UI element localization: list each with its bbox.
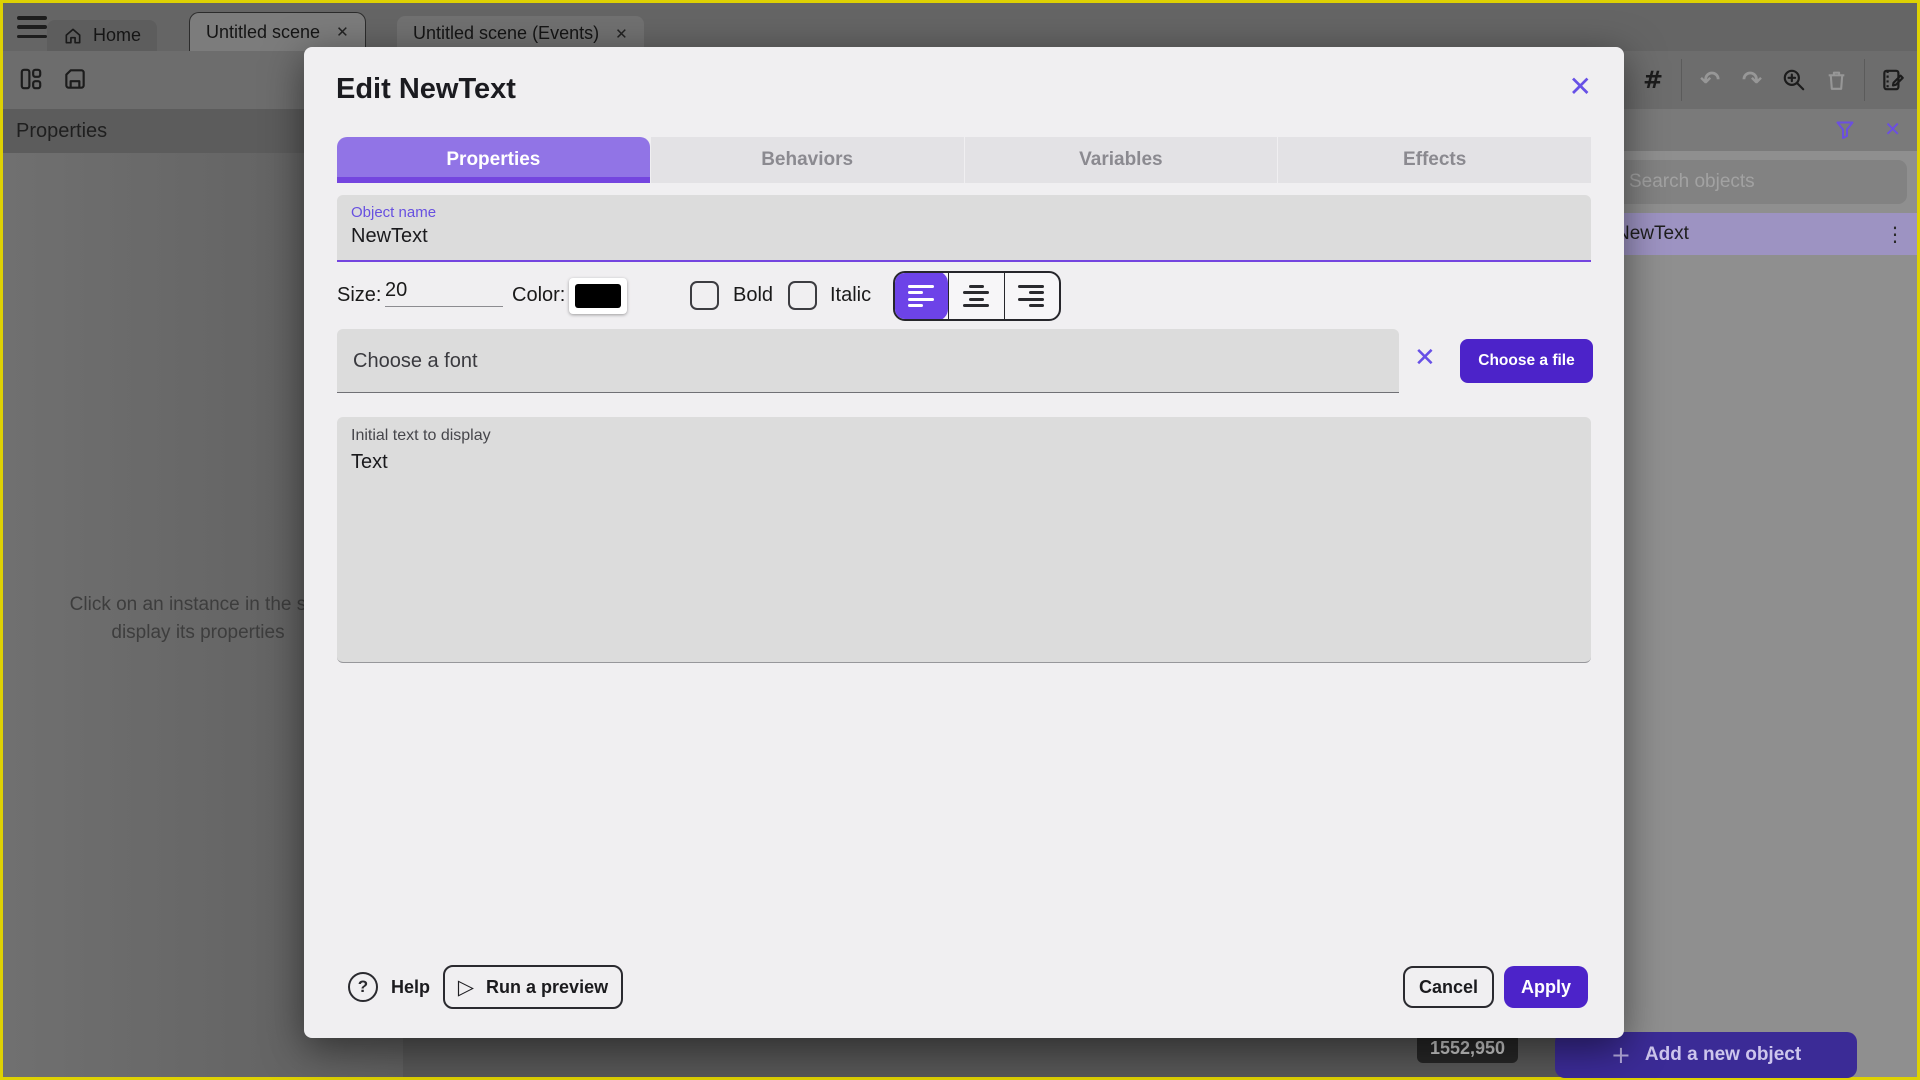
edit-scene-icon[interactable]	[1879, 66, 1907, 94]
initial-text-field[interactable]: Initial text to display Text	[337, 417, 1591, 663]
clear-font-icon[interactable]: ✕	[1414, 345, 1436, 371]
bold-label: Bold	[733, 284, 774, 306]
objects-panel-header: ✕	[1607, 109, 1917, 151]
trash-icon[interactable]	[1822, 66, 1850, 94]
objects-panel: ✕ NewText ⋮	[1607, 109, 1917, 1077]
toolbar-divider	[1864, 59, 1865, 101]
toolbar-divider	[1681, 59, 1682, 101]
align-center-button[interactable]	[948, 273, 1003, 319]
dialog-footer: ? Help ▷ Run a preview Cancel Apply	[304, 965, 1624, 1009]
text-alignment-group	[893, 271, 1061, 321]
redo-icon[interactable]: ↷	[1738, 66, 1766, 94]
bold-checkbox[interactable]	[690, 281, 719, 310]
close-icon[interactable]: ✕	[1569, 73, 1592, 101]
tab-events-label: Untitled scene (Events)	[413, 23, 600, 43]
tab-untitled-scene-events[interactable]: Untitled scene (Events) ✕	[397, 16, 644, 51]
tab-scene-label: Untitled scene	[206, 21, 321, 42]
hamburger-menu-icon[interactable]	[17, 16, 47, 38]
size-label: Size:	[337, 284, 382, 306]
text-style-row: Size: Color: Bold Italic	[337, 271, 1591, 321]
zoom-in-icon[interactable]	[1780, 66, 1808, 94]
dialog-title: Edit NewText	[336, 73, 516, 105]
choose-file-button[interactable]: Choose a file	[1460, 339, 1593, 383]
color-swatch-value	[575, 284, 621, 308]
object-name-input[interactable]	[351, 225, 951, 248]
color-picker-swatch[interactable]	[569, 278, 627, 314]
tab-behaviors[interactable]: Behaviors	[649, 137, 964, 183]
tab-properties[interactable]: Properties	[337, 137, 650, 183]
object-name-field[interactable]: Object name	[337, 195, 1591, 262]
apply-button[interactable]: Apply	[1504, 966, 1588, 1008]
object-list-item[interactable]: NewText ⋮	[1607, 213, 1917, 255]
search-objects-field[interactable]	[1613, 160, 1907, 204]
close-icon[interactable]: ✕	[1884, 117, 1901, 141]
app-window: Home Untitled scene ✕ Untitled scene (Ev…	[0, 0, 1920, 1080]
window-tab-bar: Home Untitled scene ✕ Untitled scene (Ev…	[3, 3, 1917, 51]
italic-checkbox[interactable]	[788, 281, 817, 310]
help-button[interactable]: ? Help	[348, 965, 430, 1009]
plus-icon: +	[1610, 1041, 1631, 1069]
tab-untitled-scene[interactable]: Untitled scene ✕	[189, 12, 366, 51]
object-name-field-label: Object name	[351, 204, 437, 221]
initial-text-value: Text	[351, 451, 388, 473]
save-icon[interactable]	[61, 65, 89, 93]
dialog-tabs: Properties Behaviors Variables Effects	[337, 137, 1591, 183]
font-select-placeholder: Choose a font	[353, 350, 478, 372]
kebab-menu-icon[interactable]: ⋮	[1885, 222, 1905, 246]
font-select-field[interactable]: Choose a font	[337, 329, 1399, 393]
grid-icon[interactable]: #	[1639, 66, 1667, 94]
align-left-button[interactable]	[895, 273, 949, 319]
edit-object-dialog: Edit NewText ✕ Properties Behaviors Vari…	[304, 47, 1624, 1038]
help-icon: ?	[348, 972, 378, 1002]
tab-effects[interactable]: Effects	[1277, 137, 1591, 183]
filter-icon[interactable]	[1833, 118, 1857, 142]
align-right-button[interactable]	[1003, 273, 1059, 319]
tab-variables[interactable]: Variables	[963, 137, 1278, 183]
run-preview-button[interactable]: ▷ Run a preview	[443, 965, 623, 1009]
italic-label: Italic	[830, 284, 872, 306]
size-input[interactable]	[385, 279, 503, 307]
cancel-button[interactable]: Cancel	[1403, 966, 1494, 1008]
color-label: Color:	[512, 284, 566, 306]
search-objects-input[interactable]	[1613, 160, 1907, 204]
tab-home-label: Home	[93, 25, 142, 45]
initial-text-label: Initial text to display	[351, 427, 491, 444]
tab-home[interactable]: Home	[47, 20, 158, 51]
split-view-icon[interactable]	[17, 65, 45, 93]
home-icon	[63, 26, 83, 46]
close-icon[interactable]: ✕	[615, 25, 628, 43]
play-icon: ▷	[457, 974, 475, 999]
undo-icon[interactable]: ↶	[1696, 66, 1724, 94]
add-new-object-button[interactable]: + Add a new object	[1555, 1032, 1857, 1078]
close-icon[interactable]: ✕	[336, 23, 349, 41]
